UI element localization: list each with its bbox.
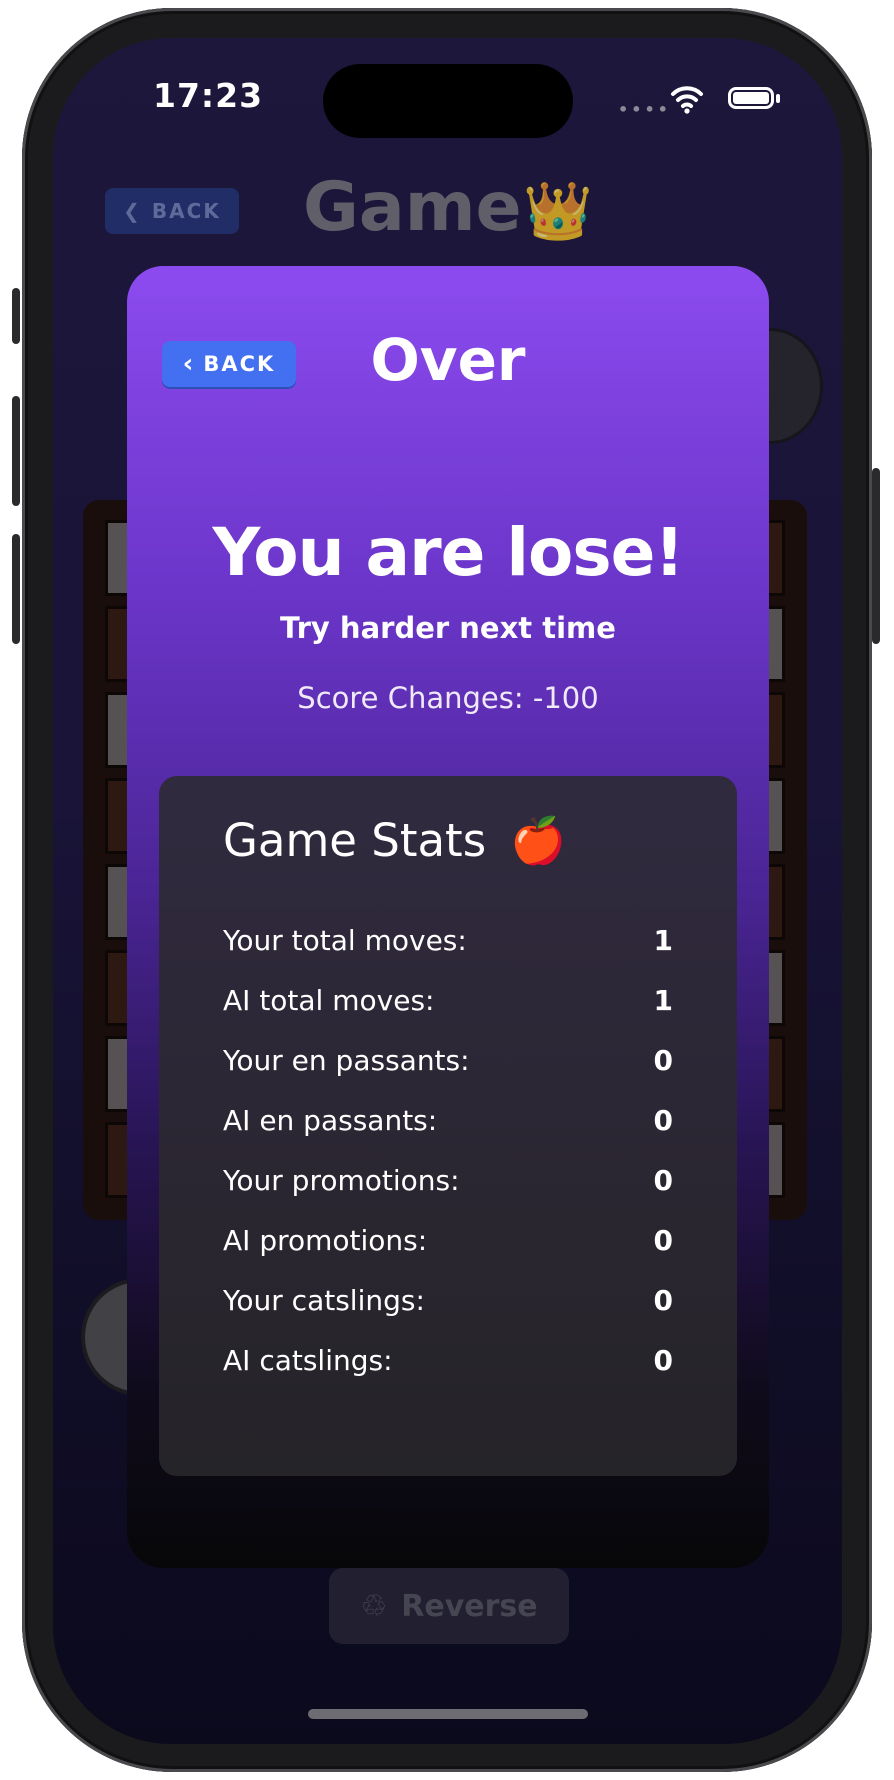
status-time: 17:23 (153, 76, 263, 115)
stat-row: Your total moves: 1 (223, 924, 673, 964)
wifi-icon (670, 82, 704, 116)
action-button (12, 288, 20, 344)
stat-value: 0 (654, 1284, 673, 1317)
volume-up-button (12, 396, 20, 506)
stat-row: AI total moves: 1 (223, 984, 673, 1024)
stat-label: AI total moves: (223, 984, 434, 1017)
stats-title-text: Game Stats (223, 814, 486, 867)
screen: ❮ BACK Game 👑 ♲ Reverse 17:23 •••• ‹ BAC… (53, 38, 842, 1744)
home-indicator[interactable] (308, 1709, 588, 1719)
stat-value: 0 (654, 1104, 673, 1137)
result-heading: You are lose! (127, 514, 769, 591)
stat-value: 0 (654, 1044, 673, 1077)
score-changes: Score Changes: -100 (127, 681, 769, 715)
stats-title: Game Stats 🍎 (223, 814, 566, 867)
stat-row: AI en passants: 0 (223, 1104, 673, 1144)
stat-value: 1 (654, 984, 673, 1017)
apple-icon: 🍎 (510, 814, 566, 867)
stat-label: Your catslings: (223, 1284, 425, 1317)
stat-row: AI catslings: 0 (223, 1344, 673, 1384)
cellular-signal-icon: •••• (618, 100, 671, 119)
stat-label: Your en passants: (223, 1044, 470, 1077)
stat-label: AI promotions: (223, 1224, 427, 1257)
game-over-modal: ‹ BACK Over You are lose! Try harder nex… (127, 266, 769, 1568)
stat-value: 0 (654, 1224, 673, 1257)
stat-value: 0 (654, 1164, 673, 1197)
stat-label: Your promotions: (223, 1164, 460, 1197)
stat-row: AI promotions: 0 (223, 1224, 673, 1264)
stat-row: Your promotions: 0 (223, 1164, 673, 1204)
stat-value: 0 (654, 1344, 673, 1377)
volume-down-button (12, 534, 20, 644)
battery-icon (728, 87, 774, 109)
stat-label: AI en passants: (223, 1104, 437, 1137)
dynamic-island (323, 64, 573, 138)
power-button (872, 468, 880, 644)
game-stats-card: Game Stats 🍎 Your total moves: 1 AI total… (159, 776, 737, 1476)
battery-tip (776, 94, 780, 103)
result-subtitle: Try harder next time (127, 611, 769, 645)
modal-title: Over (127, 326, 769, 394)
stat-label: AI catslings: (223, 1344, 393, 1377)
stat-label: Your total moves: (223, 924, 467, 957)
stat-row: Your en passants: 0 (223, 1044, 673, 1084)
stat-row: Your catslings: 0 (223, 1284, 673, 1324)
stat-value: 1 (654, 924, 673, 957)
